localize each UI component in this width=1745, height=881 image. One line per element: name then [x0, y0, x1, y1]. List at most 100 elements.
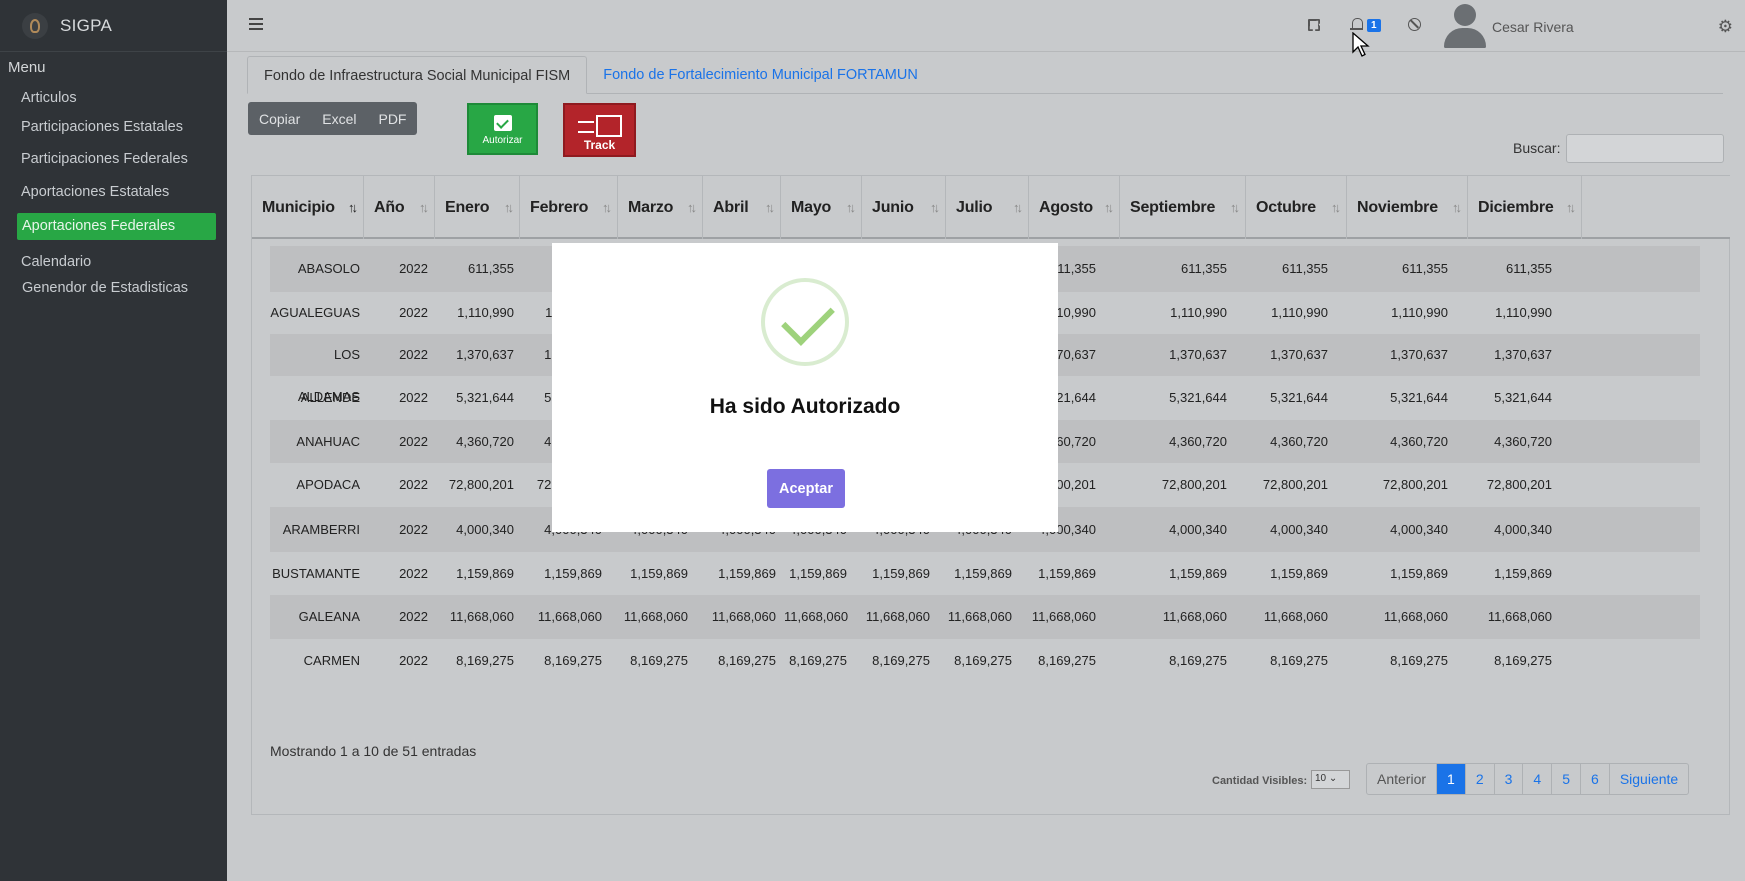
table-cell: 5,321,644 [1390, 390, 1448, 405]
track-button[interactable]: Track [563, 103, 636, 157]
column-header[interactable]: Agosto ↑↓ [1029, 176, 1120, 239]
pagination-prev-button[interactable]: Anterior [1367, 764, 1438, 794]
table-cell: 72,800,201 [1382, 477, 1448, 492]
pagination-page-5[interactable]: 5 [1552, 764, 1582, 794]
table-header: Municipio ↑↓ Año ↑↓ Enero ↑↓ Febrero ↑↓ Marzo ↑↓ A… [252, 176, 1730, 239]
table-cell: 8,169,275 [1494, 653, 1552, 668]
table-cell: 1,159,869 [872, 566, 930, 581]
sidebar-item-aportaciones-estatales[interactable]: Aportaciones Estatales [0, 184, 169, 200]
brand[interactable]: SIGPA [0, 0, 227, 52]
column-header[interactable]: Año ↑↓ [364, 176, 435, 239]
sidebar-item-participaciones-federales[interactable]: Participaciones Federales [0, 151, 188, 167]
pagination-page-1[interactable]: 1 [1437, 764, 1466, 794]
hamburger-menu-icon[interactable] [249, 18, 263, 30]
sidebar-item-generador-estadisticas[interactable]: Genendor de Estadisticas [0, 280, 188, 296]
tab-fortamun[interactable]: Fondo de Fortalecimiento Municipal FORTA… [587, 56, 934, 93]
block-icon[interactable] [1407, 17, 1423, 33]
table-cell: 1,370,637 [1270, 347, 1328, 362]
table-cell: 611,355 [467, 261, 514, 276]
table-cell: 1,159,869 [1494, 566, 1552, 581]
table-cell: 11,668,060 [784, 609, 849, 624]
sidebar-item-articulos[interactable]: Articulos [0, 90, 77, 106]
table-cell: 5,321,644 [456, 390, 514, 405]
page-size-select[interactable]: 10 ⌄ [1311, 770, 1350, 789]
tab-fism[interactable]: Fondo de Infraestructura Social Municipa… [247, 56, 588, 94]
column-header[interactable]: Noviembre ↑↓ [1347, 176, 1468, 239]
table-cell: 2022 [399, 609, 428, 624]
pagination-next-button[interactable]: Siguiente [1610, 764, 1688, 794]
logo-icon [22, 12, 48, 39]
column-header[interactable]: Enero ↑↓ [435, 176, 520, 239]
search-label: Buscar: [1513, 140, 1561, 156]
pagination-page-6[interactable]: 6 [1581, 764, 1610, 794]
column-header[interactable]: Julio ↑↓ [946, 176, 1029, 239]
table-cell: 8,169,275 [1390, 653, 1448, 668]
column-header-label: Octubre [1256, 199, 1316, 216]
table-cell: 1,370,637 [1390, 347, 1448, 362]
bell-icon[interactable] [1349, 17, 1365, 33]
excel-button[interactable]: Excel [311, 102, 367, 135]
fullscreen-icon[interactable] [1306, 17, 1322, 33]
sidebar-item-aportaciones-federales[interactable]: Aportaciones Federales [17, 213, 216, 240]
avatar[interactable] [1442, 4, 1488, 48]
table-cell: 2022 [399, 653, 428, 668]
table-cell: 8,169,275 [544, 653, 602, 668]
table-cell: 1,370,637 [1169, 347, 1227, 362]
pagination-page-4[interactable]: 4 [1523, 764, 1553, 794]
table-row[interactable]: CARMEN 2022 8,169,275 8,169,275 8,169,275 8,1… [270, 639, 1700, 683]
municipio-cell: BUSTAMANTE [272, 566, 360, 581]
table-cell: 8,169,275 [456, 653, 514, 668]
search-input[interactable] [1566, 134, 1724, 163]
table-row[interactable]: GALEANA 2022 11,668,060 11,668,060 11,668,06… [270, 595, 1700, 639]
table-cell: 4,000,340 [1270, 522, 1328, 537]
table-cell: 4,000,340 [1390, 522, 1448, 537]
pagination-page-3[interactable]: 3 [1495, 764, 1524, 794]
sidebar-item-participaciones-estatales[interactable]: Participaciones Estatales [0, 119, 183, 135]
table-cell: 11,668,060 [1031, 609, 1096, 624]
column-header[interactable]: Junio ↑↓ [862, 176, 946, 239]
table-cell: 72,800,201 [1262, 477, 1328, 492]
table-cell: 11,668,060 [947, 609, 1012, 624]
accept-button[interactable]: Aceptar [767, 469, 845, 508]
column-header[interactable]: Marzo ↑↓ [618, 176, 703, 239]
authorize-button[interactable]: Autorizar [467, 103, 538, 155]
table-cell: 4,000,340 [1169, 522, 1227, 537]
column-header[interactable]: Septiembre ↑↓ [1120, 176, 1246, 239]
user-name[interactable]: Cesar Rivera [1492, 19, 1574, 35]
table-cell: 4,360,720 [1494, 434, 1552, 449]
table-cell: 72,800,201 [1486, 477, 1552, 492]
sort-icon: ↑↓ [687, 200, 697, 215]
table-cell: 8,169,275 [872, 653, 930, 668]
sort-icon: ↑↓ [846, 200, 856, 215]
table-cell: 11,668,060 [1487, 609, 1552, 624]
success-check-icon [761, 278, 849, 366]
table-row[interactable]: BUSTAMANTE 2022 1,159,869 1,159,869 1,159,86… [270, 552, 1700, 595]
menu-header: Menu [8, 59, 46, 76]
column-header[interactable]: Abril ↑↓ [703, 176, 781, 239]
table-cell: 2022 [399, 347, 428, 362]
table-cell: 1,370,637 [1494, 347, 1552, 362]
column-header[interactable]: Octubre ↑↓ [1246, 176, 1347, 239]
table-cell: 1,159,869 [954, 566, 1012, 581]
gear-icon[interactable]: ⚙ [1718, 17, 1733, 37]
municipio-cell: LOS ALDAMAS [297, 347, 360, 404]
column-header[interactable]: Mayo ↑↓ [781, 176, 862, 239]
export-buttons: Copiar Excel PDF [248, 102, 418, 135]
checkbox-icon [493, 115, 512, 131]
pagination-page-2[interactable]: 2 [1466, 764, 1495, 794]
table-cell: 1,110,990 [457, 305, 514, 320]
copy-button[interactable]: Copiar [248, 102, 311, 135]
table-cell: 4,000,340 [456, 522, 514, 537]
table-cell: 8,169,275 [1270, 653, 1328, 668]
column-header[interactable]: Municipio ↑↓ [252, 176, 364, 239]
table-cell: 2022 [399, 434, 428, 449]
page-size-label: Cantidad Visibles: [1212, 775, 1308, 787]
envelope-icon [577, 113, 622, 137]
table-cell: 1,159,869 [1169, 566, 1227, 581]
sidebar-item-calendario[interactable]: Calendario [0, 254, 91, 270]
column-header[interactable]: Diciembre ↑↓ [1468, 176, 1582, 239]
pdf-button[interactable]: PDF [367, 102, 417, 135]
notification-badge: 1 [1367, 19, 1381, 32]
table-cell: 8,169,275 [630, 653, 688, 668]
column-header[interactable]: Febrero ↑↓ [520, 176, 618, 239]
